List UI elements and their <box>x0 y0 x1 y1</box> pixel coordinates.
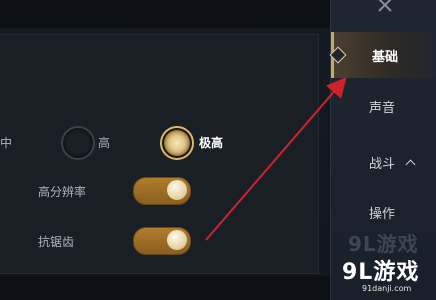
watermark-url: 91danji.com <box>362 284 412 293</box>
sidebar-item-control[interactable]: 操作 <box>331 192 436 232</box>
sidebar-item-label: 声音 <box>369 100 396 116</box>
sidebar-item-basic[interactable]: 基础 <box>329 32 436 78</box>
watermark-logo: 9L游戏 91danji.com <box>336 252 436 300</box>
sidebar-item-label: 操作 <box>369 206 396 222</box>
close-button[interactable] <box>370 0 400 20</box>
quality-medium-label: 中 <box>0 136 13 150</box>
quality-high-radio[interactable] <box>61 126 95 160</box>
antialias-label: 抗锯齿 <box>38 235 75 249</box>
sidebar-item-label: 战斗 <box>369 156 396 172</box>
hires-label: 高分辨率 <box>38 185 87 199</box>
top-strip <box>0 0 330 28</box>
sidebar-item-label: 基础 <box>372 49 399 65</box>
quality-ultra-label: 极高 <box>199 136 224 150</box>
sidebar-item-battle[interactable]: 战斗 <box>331 142 436 182</box>
quality-high-label: 高 <box>98 136 111 150</box>
sidebar-item-sound[interactable]: 声音 <box>331 86 436 126</box>
toggle-knob <box>167 180 187 200</box>
close-icon <box>378 0 392 12</box>
bottom-strip <box>0 276 330 300</box>
chevron-up-icon <box>405 159 416 169</box>
antialias-toggle[interactable] <box>133 227 191 255</box>
toggle-knob <box>167 230 187 250</box>
watermark-logo-text: 9L游戏 <box>342 260 420 285</box>
hires-toggle[interactable] <box>133 177 191 205</box>
quality-ultra-radio[interactable] <box>160 126 194 160</box>
diamond-icon <box>329 46 347 64</box>
